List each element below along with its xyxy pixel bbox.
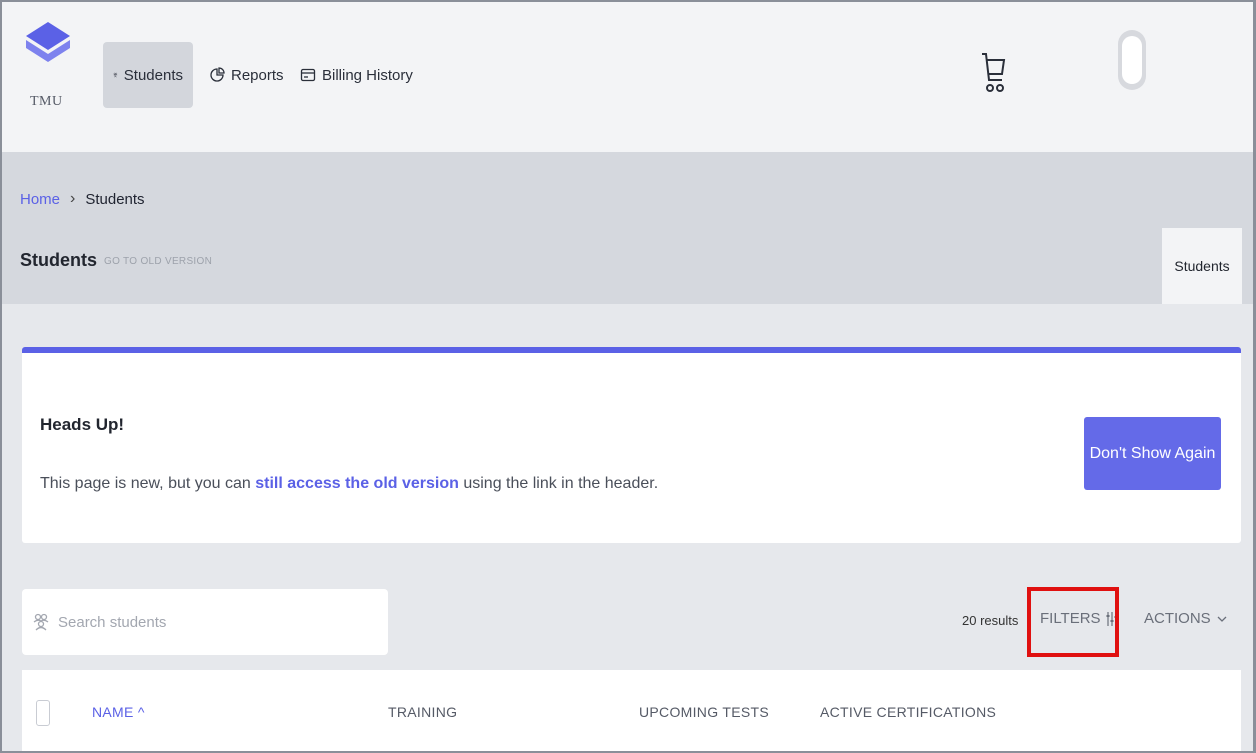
app-window: TMU Students Reports Billing History Hom… <box>0 0 1256 753</box>
heads-up-alert: Heads Up! This page is new, but you can … <box>22 347 1241 543</box>
search-input[interactable] <box>58 613 358 631</box>
nav-students[interactable]: Students <box>103 42 193 108</box>
select-all-checkbox[interactable] <box>36 700 50 726</box>
logo-text: TMU <box>30 94 63 109</box>
nav-billing-history[interactable]: Billing History <box>300 42 413 108</box>
search-box[interactable] <box>22 589 388 655</box>
filter-sliders-icon <box>1106 611 1118 626</box>
page-header: Home › Students Students GO TO OLD VERSI… <box>2 152 1253 304</box>
nav-billing-label: Billing History <box>322 66 413 84</box>
alert-text-before: This page is new, but you can <box>40 475 256 492</box>
page-title: Students <box>20 250 98 270</box>
alert-message: This page is new, but you can still acce… <box>40 475 658 493</box>
filters-button[interactable]: FILTERS <box>1040 610 1119 627</box>
column-header-name[interactable]: NAME ^ <box>92 704 145 720</box>
actions-label: ACTIONS <box>1144 610 1211 627</box>
column-header-training[interactable]: TRAINING <box>388 704 457 720</box>
dont-show-again-button[interactable]: Don't Show Again <box>1084 417 1221 490</box>
filters-label: FILTERS <box>1040 610 1101 627</box>
nav-reports-label: Reports <box>231 66 284 84</box>
nav-students-label: Students <box>123 66 183 84</box>
column-header-upcoming-tests[interactable]: UPCOMING TESTS <box>639 704 769 720</box>
nav-reports[interactable]: Reports <box>209 42 284 108</box>
billing-icon <box>300 68 316 82</box>
students-icon <box>113 72 118 78</box>
logo-icon <box>26 22 70 62</box>
students-table: NAME ^ TRAINING UPCOMING TESTS ACTIVE CE… <box>22 670 1241 751</box>
top-navigation: TMU Students Reports Billing History <box>2 2 1253 152</box>
cart-icon <box>982 53 1006 92</box>
breadcrumb-separator: › <box>70 190 76 207</box>
alert-text-after: using the link in the header. <box>458 475 659 492</box>
go-to-old-version-link[interactable]: GO TO OLD VERSION <box>104 256 212 267</box>
column-header-active-certifications[interactable]: ACTIVE CERTIFICATIONS <box>820 704 996 720</box>
results-count: 20 results <box>962 613 1019 628</box>
chevron-down-icon <box>1217 616 1227 622</box>
reports-icon <box>210 67 225 82</box>
actions-dropdown[interactable]: ACTIONS <box>1144 610 1227 627</box>
students-search-icon <box>33 613 49 631</box>
old-version-link[interactable]: still access the old version <box>255 475 459 492</box>
breadcrumb-current: Students <box>85 190 145 208</box>
breadcrumb-home[interactable]: Home <box>20 191 60 208</box>
cart-button[interactable] <box>980 50 1006 103</box>
avatar-silhouette <box>1122 36 1142 84</box>
breadcrumb: Home › Students <box>20 190 145 208</box>
tab-students[interactable]: Students <box>1162 228 1242 304</box>
user-avatar[interactable] <box>1118 30 1146 90</box>
alert-title: Heads Up! <box>40 415 125 434</box>
